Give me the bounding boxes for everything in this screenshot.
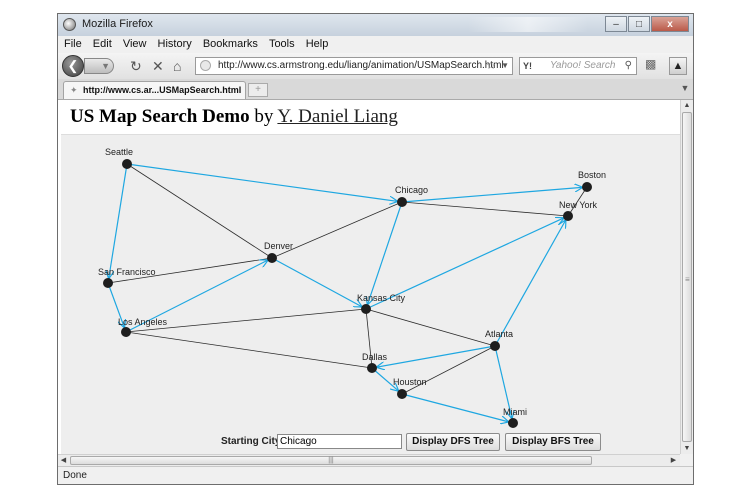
url-text[interactable]: http://www.cs.armstrong.edu/liang/animat… — [218, 58, 504, 74]
author-link[interactable]: Y. Daniel Liang — [277, 106, 398, 127]
horizontal-scroll-thumb[interactable]: ||| — [70, 456, 592, 465]
home-icon[interactable]: ⌂ — [173, 58, 181, 74]
city-label-boston: Boston — [578, 170, 606, 180]
reload-icon[interactable]: ↻ — [130, 58, 142, 74]
page-icon: ✦ — [70, 85, 78, 95]
scroll-left-arrow-icon[interactable]: ◀ — [58, 455, 69, 466]
tree-edge-13 — [271, 257, 362, 307]
status-text: Done — [63, 470, 87, 481]
city-node-chicago — [397, 197, 407, 207]
window-controls: – □ x — [604, 16, 689, 32]
stop-icon[interactable]: ✕ — [152, 58, 164, 74]
title-bar: Mozilla Firefox – □ x — [58, 14, 693, 37]
tree-edge-10 — [401, 187, 582, 203]
addon-icon[interactable]: ▩ — [645, 57, 663, 75]
tab-bar: ✦ http://www.cs.ar...USMapSearch.html + … — [58, 79, 693, 100]
display-bfs-button[interactable]: Display BFS Tree — [505, 433, 601, 451]
city-label-seattle: Seattle — [105, 147, 133, 157]
forward-button[interactable]: ▼ — [84, 58, 114, 74]
starting-city-input[interactable] — [277, 434, 402, 449]
scroll-grip-icon: ≡ — [685, 275, 690, 284]
menu-edit[interactable]: Edit — [93, 36, 112, 53]
controls-bar: Starting City: Display DFS Tree Display … — [61, 433, 680, 453]
tree-edge-9 — [368, 201, 403, 304]
map-applet: Seattle San Francisco Los Angeles Denver Kan… — [61, 134, 680, 454]
page-title: US Map Search Demo — [70, 106, 250, 127]
tab-list-icon[interactable]: ▼ — [679, 83, 691, 96]
city-label-kansas-city: Kansas City — [357, 293, 406, 303]
menu-bookmarks[interactable]: Bookmarks — [203, 36, 258, 53]
address-bar[interactable]: http://www.cs.armstrong.edu/liang/animat… — [195, 57, 513, 75]
page-by: by — [254, 106, 274, 127]
city-node-denver — [267, 253, 277, 263]
city-node-new-york — [563, 211, 573, 221]
search-icon[interactable]: ⚲ — [625, 58, 632, 74]
scroll-right-arrow-icon[interactable]: ▶ — [668, 455, 679, 466]
page-heading: US Map Search Demo by Y. Daniel Liang — [70, 106, 398, 128]
city-node-los-angeles — [121, 327, 131, 337]
firefox-logo-icon — [63, 18, 76, 31]
navigation-toolbar: ❮ ▼ ↻ ✕ ⌂ http://www.cs.armstrong.edu/li… — [58, 53, 693, 80]
menu-file[interactable]: File — [64, 36, 82, 53]
new-tab-button[interactable]: + — [248, 83, 268, 97]
minimize-button[interactable]: – — [605, 16, 627, 32]
page-content: US Map Search Demo by Y. Daniel Liang Se… — [58, 100, 680, 454]
url-dropdown-icon[interactable]: ▼ — [501, 58, 509, 74]
tree-edge-17 — [377, 345, 496, 367]
graph-edge-11 — [401, 201, 569, 217]
city-label-denver: Denver — [264, 241, 293, 251]
city-label-chicago: Chicago — [395, 185, 428, 195]
close-button[interactable]: x — [651, 16, 689, 32]
city-node-houston — [397, 389, 407, 399]
bookmark-star-icon[interactable]: ☆ — [486, 58, 496, 74]
starting-city-label: Starting City: — [221, 436, 284, 447]
city-label-new-york: New York — [559, 200, 598, 210]
graph-edge-2 — [126, 163, 273, 259]
status-bar: Done — [58, 466, 693, 484]
search-placeholder: Yahoo! Search — [550, 60, 616, 71]
tab-usmapsearch[interactable]: ✦ http://www.cs.ar...USMapSearch.html — [63, 81, 246, 99]
tree-edge-0 — [126, 163, 397, 201]
search-engine-label[interactable]: Y! — [523, 58, 532, 74]
window-title: Mozilla Firefox — [82, 18, 153, 30]
city-node-atlanta — [490, 341, 500, 351]
city-label-atlanta: Atlanta — [485, 329, 513, 339]
vertical-scrollbar[interactable]: ▲ ≡ ▼ — [680, 100, 693, 454]
city-node-san-francisco — [103, 278, 113, 288]
tab-label: http://www.cs.ar...USMapSearch.html — [83, 85, 242, 95]
site-identity-icon[interactable] — [200, 60, 211, 71]
city-node-dallas — [367, 363, 377, 373]
city-label-los-angeles: Los Angeles — [118, 317, 168, 327]
menu-bar: File Edit View History Bookmarks Tools H… — [58, 36, 693, 53]
menu-tools[interactable]: Tools — [269, 36, 295, 53]
city-node-kansas-city — [361, 304, 371, 314]
city-node-miami — [508, 418, 518, 428]
vertical-scroll-thumb[interactable]: ≡ — [682, 112, 692, 442]
menu-view[interactable]: View — [123, 36, 147, 53]
city-node-seattle — [122, 159, 132, 169]
graph-edge-15 — [365, 308, 496, 347]
city-label-dallas: Dallas — [362, 352, 388, 362]
tree-edge-1 — [109, 163, 128, 278]
scroll-up-arrow-icon[interactable]: ▲ — [681, 100, 693, 111]
feedback-icon[interactable]: ▲ — [669, 57, 687, 75]
graph-edge-7 — [125, 331, 373, 369]
scroll-down-arrow-icon[interactable]: ▼ — [681, 443, 693, 454]
city-label-houston: Houston — [393, 377, 427, 387]
tree-edge-22 — [401, 393, 508, 422]
display-dfs-button[interactable]: Display DFS Tree — [406, 433, 500, 451]
city-node-boston — [582, 182, 592, 192]
tree-edge-19 — [494, 220, 566, 347]
city-label-miami: Miami — [503, 407, 527, 417]
menu-help[interactable]: Help — [306, 36, 329, 53]
back-button[interactable]: ❮ — [62, 55, 84, 77]
us-map-graph: Seattle San Francisco Los Angeles Denver Kan… — [98, 147, 606, 428]
maximize-button[interactable]: □ — [628, 16, 650, 32]
browser-window: Mozilla Firefox – □ x File Edit View His… — [57, 13, 694, 485]
city-label-san-francisco: San Francisco — [98, 267, 156, 277]
search-bar[interactable]: Y! Yahoo! Search ⚲ — [519, 57, 637, 75]
menu-history[interactable]: History — [158, 36, 192, 53]
blurred-title-area — [468, 17, 588, 32]
horizontal-scrollbar[interactable]: ◀ ||| ▶ — [58, 454, 680, 466]
